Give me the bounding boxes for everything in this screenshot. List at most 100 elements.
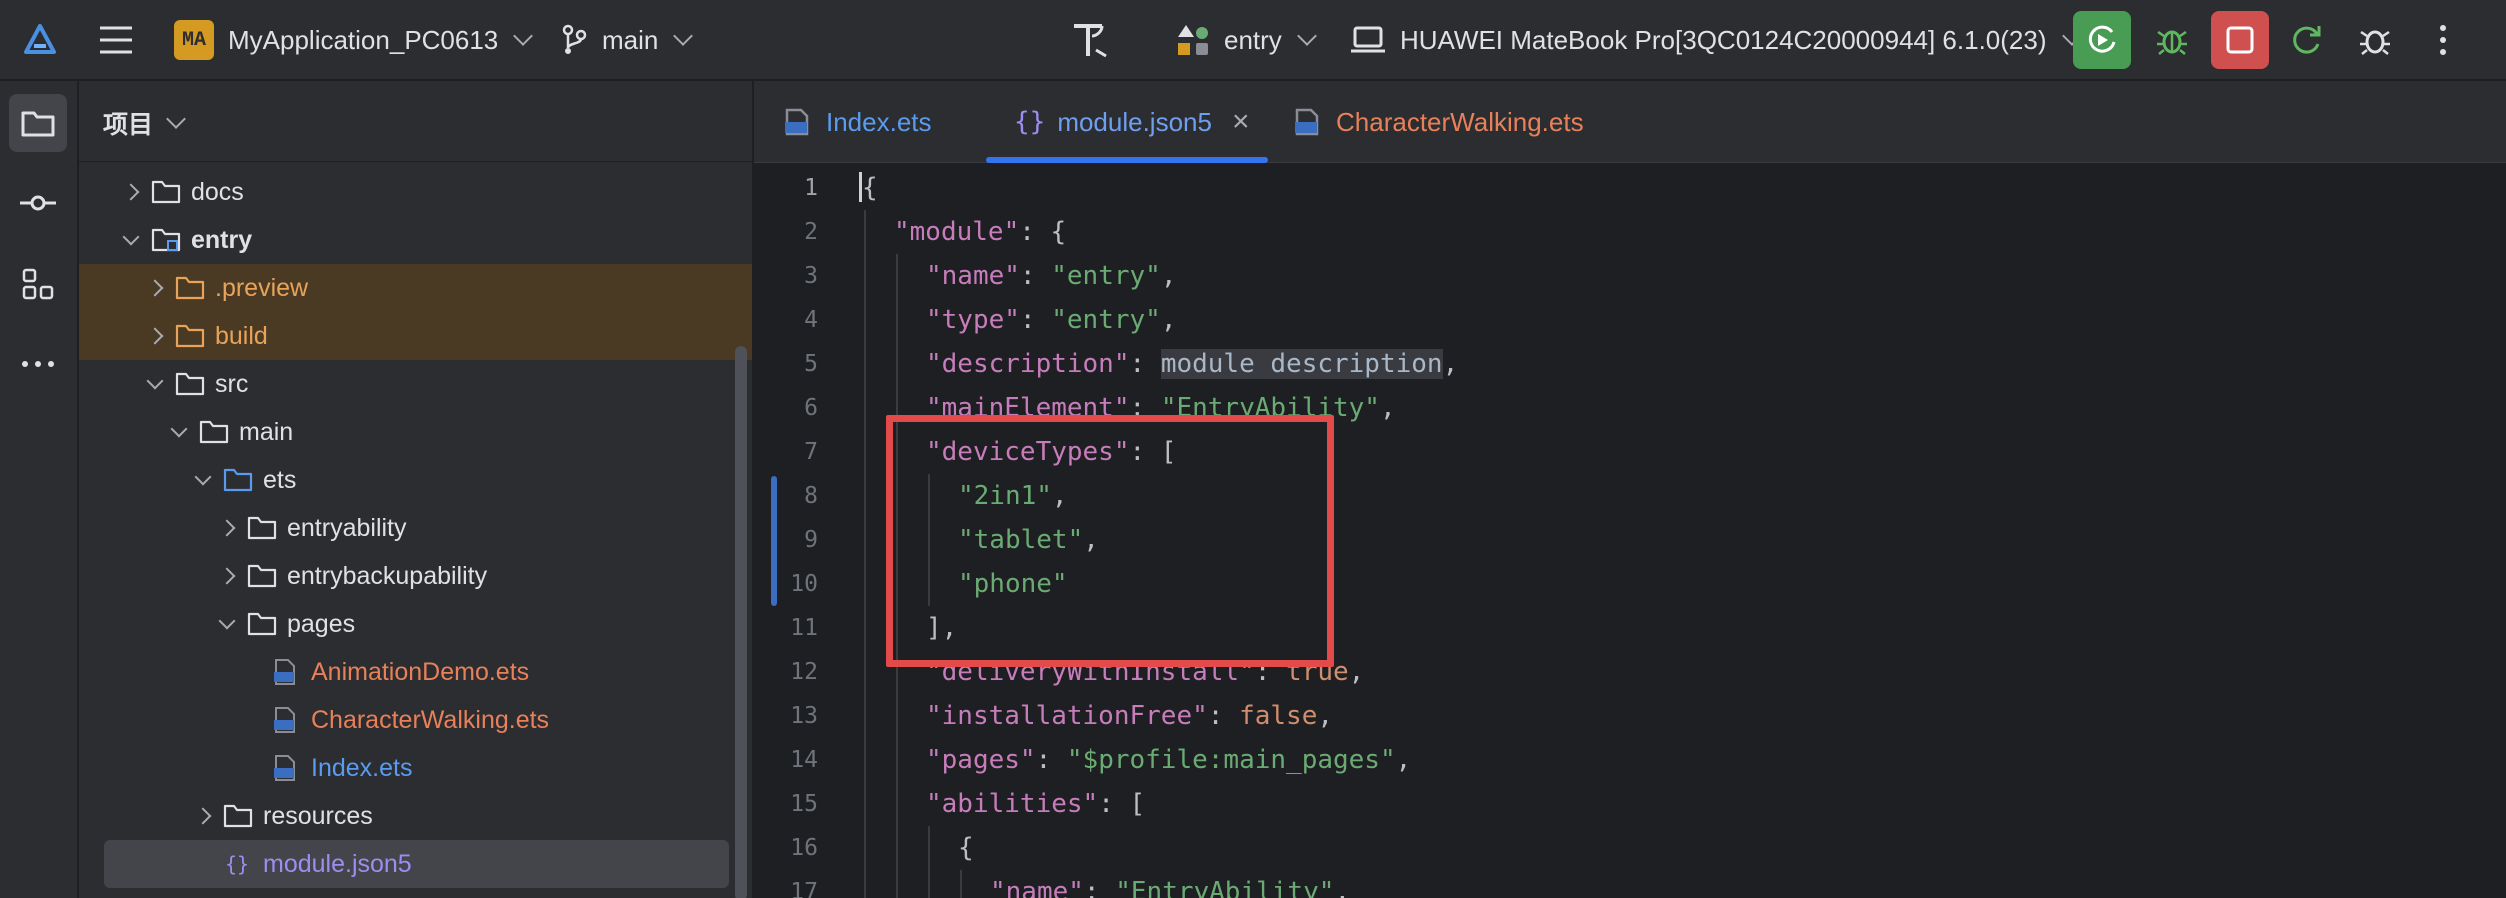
tree-item[interactable]: pages	[79, 600, 752, 648]
more-actions-button[interactable]	[2414, 11, 2472, 69]
chevron-right-icon[interactable]	[218, 519, 236, 537]
devecostudio-logo-icon[interactable]	[20, 20, 60, 60]
line-number: 14	[790, 747, 818, 773]
module-shapes-icon	[1178, 25, 1208, 55]
line-number: 4	[804, 307, 818, 333]
tab-index-ets[interactable]: Index.ets	[782, 81, 932, 163]
chevron-right-icon[interactable]	[146, 279, 164, 297]
folder-icon	[247, 564, 277, 588]
json-key: "name"	[926, 261, 1020, 291]
stop-button[interactable]	[2211, 11, 2269, 69]
tree-item[interactable]: src	[79, 360, 752, 408]
json-punctuation: ,	[1379, 393, 1396, 423]
editor-tabs: Index.ets {} module.json5 × CharacterWal…	[754, 81, 2506, 163]
chevron-down-icon[interactable]	[218, 612, 236, 630]
main-menu-icon[interactable]	[96, 22, 136, 58]
line-number: 8	[804, 483, 818, 509]
project-scrollbar[interactable]	[735, 346, 747, 898]
project-name: MyApplication_PC0613	[228, 24, 499, 55]
tree-item[interactable]: build	[79, 312, 752, 360]
tree-item-label: docs	[191, 177, 244, 206]
chevron-down-icon[interactable]	[146, 372, 164, 390]
project-view-selector[interactable]: 项目	[103, 81, 186, 165]
json-separator: :	[1083, 877, 1116, 898]
json-punctuation: : {	[1019, 217, 1067, 247]
chevron-right-icon[interactable]	[194, 807, 212, 825]
line-number: 17	[790, 879, 818, 898]
chevron-down-icon[interactable]	[170, 420, 188, 438]
debug-button[interactable]	[2143, 11, 2201, 69]
folder-icon	[175, 372, 205, 396]
code-line: 5 "description": module description,	[754, 342, 2506, 386]
tab-character-walking-ets[interactable]: CharacterWalking.ets	[1292, 81, 1584, 163]
tree-item[interactable]: docs	[79, 168, 752, 216]
structure-icon	[22, 268, 54, 300]
line-number: 3	[804, 263, 818, 289]
tree-item[interactable]: Index.ets	[79, 744, 752, 792]
module-selector[interactable]: entry	[1174, 20, 1317, 60]
bug-outline-icon	[2360, 30, 2390, 55]
tree-item[interactable]: CharacterWalking.ets	[79, 696, 752, 744]
svg-text:{}: {}	[225, 852, 249, 876]
line-number: 16	[790, 835, 818, 861]
chevron-right-icon[interactable]	[122, 183, 140, 201]
tree-item-label: pages	[287, 609, 356, 638]
chevron-right-icon[interactable]	[146, 327, 164, 345]
code-text: "description": module description,	[926, 342, 1458, 386]
json-separator: :	[1035, 745, 1067, 775]
tree-item[interactable]: .preview	[79, 264, 752, 312]
tree-item-label: entrybackupability	[287, 561, 488, 590]
tree-item[interactable]: mock	[79, 888, 752, 898]
code-text: {	[862, 166, 878, 210]
json-key: "module"	[894, 217, 1020, 247]
json-key: "abilities"	[926, 789, 1099, 819]
tab-module-json5[interactable]: {} module.json5 ×	[1014, 81, 1250, 163]
tree-item[interactable]: main	[79, 408, 752, 456]
chevron-down-icon	[673, 26, 694, 46]
chevron-down-icon[interactable]	[122, 228, 140, 246]
project-panel-title: 项目	[103, 111, 154, 139]
chevron-right-icon[interactable]	[218, 567, 236, 585]
line-number: 1	[804, 175, 818, 201]
project-tool-button[interactable]	[9, 94, 67, 152]
apply-changes-button[interactable]	[2278, 11, 2336, 69]
json-string: "EntryAbility"	[1115, 877, 1335, 898]
rerun-button[interactable]	[2073, 11, 2131, 69]
folder-icon	[199, 420, 229, 444]
active-tab-indicator	[986, 157, 1268, 163]
bug-icon	[2157, 30, 2187, 55]
structure-tool-button[interactable]	[9, 255, 67, 313]
device-name: HUAWEI MateBook Pro[3QC0124C20000944] 6.…	[1400, 24, 2047, 55]
chevron-down-icon[interactable]	[194, 468, 212, 486]
code-line: 15 "abilities": [	[754, 782, 2506, 826]
tree-item[interactable]: AnimationDemo.ets	[79, 648, 752, 696]
device-selector[interactable]: HUAWEI MateBook Pro[3QC0124C20000944] 6.…	[1350, 20, 2082, 60]
folder-icon	[223, 804, 253, 828]
tree-item[interactable]: entrybackupability	[79, 552, 752, 600]
folder-icon	[247, 516, 277, 540]
code-line: 2 "module": {	[754, 210, 2506, 254]
code-line: 13 "installationFree": false,	[754, 694, 2506, 738]
json-punctuation: ,	[1348, 657, 1365, 687]
tree-item[interactable]: entry	[79, 216, 752, 264]
tree-item[interactable]: {} module.json5	[104, 840, 729, 888]
chevron-down-icon	[513, 26, 534, 46]
branch-name: main	[602, 24, 659, 55]
json-key: "type"	[926, 305, 1020, 335]
commit-tool-button[interactable]	[9, 174, 67, 232]
tree-item[interactable]: resources	[79, 792, 752, 840]
tree-item-label: CharacterWalking.ets	[311, 705, 550, 734]
more-tools-button[interactable]	[9, 335, 67, 393]
json-punctuation: ,	[1334, 877, 1351, 898]
build-hammer-icon[interactable]	[1068, 18, 1112, 62]
project-selector[interactable]: MA MyApplication_PC0613	[174, 20, 534, 60]
tree-item-label: AnimationDemo.ets	[311, 657, 530, 686]
code-line: 4 "type": "entry",	[754, 298, 2506, 342]
attach-debugger-button[interactable]	[2346, 11, 2404, 69]
branch-selector[interactable]: main	[560, 20, 694, 60]
tree-item[interactable]: ets	[79, 456, 752, 504]
tree-item[interactable]: entryability	[79, 504, 752, 552]
json-resource-ref: module description	[1160, 349, 1443, 379]
line-number: 6	[804, 395, 818, 421]
tab-close-button[interactable]: ×	[1232, 105, 1250, 139]
